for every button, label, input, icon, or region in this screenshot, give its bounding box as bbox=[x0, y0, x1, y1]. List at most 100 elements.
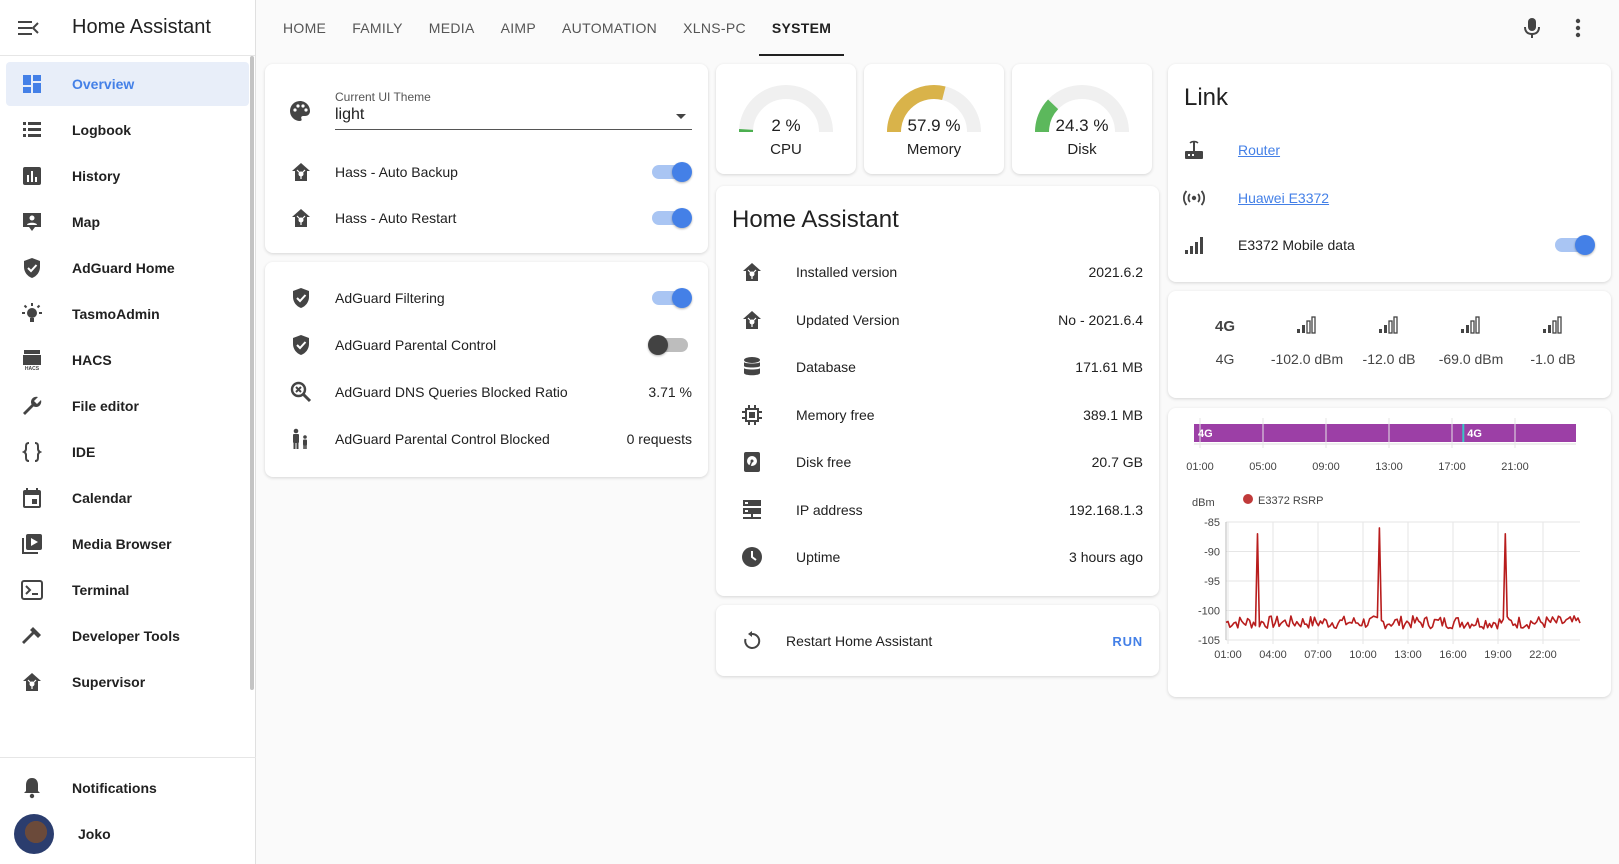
microphone-icon bbox=[1524, 18, 1540, 38]
logbook-icon bbox=[18, 118, 46, 142]
tab-xlns-pc[interactable]: XLNS-PC bbox=[670, 0, 759, 56]
home-assistant-icon bbox=[289, 160, 313, 184]
overview-icon bbox=[18, 72, 46, 96]
run-button[interactable]: RUN bbox=[1112, 634, 1143, 649]
sidebar-item-media-browser[interactable]: Media Browser bbox=[6, 522, 249, 566]
entity-toggle[interactable] bbox=[648, 335, 688, 355]
signal-bars-icon bbox=[1432, 313, 1510, 337]
sidebar-bottom: Notifications Joko bbox=[0, 757, 256, 864]
calendar-icon bbox=[18, 486, 46, 510]
sidebar-scrollbar[interactable] bbox=[250, 56, 254, 690]
sidebar-item-label: HACS bbox=[72, 352, 112, 368]
gauge-name: Memory bbox=[906, 141, 962, 158]
sidebar-item-tasmoadmin[interactable]: TasmoAdmin bbox=[6, 292, 249, 336]
sidebar-item-overview[interactable]: Overview bbox=[6, 62, 249, 106]
link-card: Link Router Huawei E3372 E3372 Mobile data bbox=[1168, 64, 1611, 282]
home-assistant-icon bbox=[289, 206, 313, 230]
signal-bars-icon bbox=[1268, 313, 1346, 337]
sidebar-item-supervisor[interactable]: Supervisor bbox=[6, 660, 249, 704]
chevron-down-icon bbox=[676, 114, 686, 119]
signal-item[interactable]: -102.0 dBm bbox=[1268, 313, 1346, 367]
sidebar-item-calendar[interactable]: Calendar bbox=[6, 476, 249, 520]
tab-aimp[interactable]: AIMP bbox=[488, 0, 549, 56]
sidebar-item-ide[interactable]: IDE bbox=[6, 430, 249, 474]
signal-bars-icon bbox=[1514, 313, 1592, 337]
signal-item[interactable]: -1.0 dB bbox=[1514, 313, 1592, 367]
sidebar-item-hacs[interactable]: HACS HACS bbox=[6, 338, 249, 382]
menu-toggle-button[interactable] bbox=[0, 0, 56, 56]
gauge-name: Disk bbox=[1067, 141, 1097, 158]
theme-card: Current UI Theme light Hass - Auto Backu… bbox=[265, 64, 708, 253]
signal-value: -1.0 dB bbox=[1530, 351, 1576, 367]
sidebar-item-logbook[interactable]: Logbook bbox=[6, 108, 249, 152]
tab-system[interactable]: SYSTEM bbox=[758, 0, 845, 56]
entity-row: Installed version 2021.6.2 bbox=[716, 248, 1159, 296]
x-tick-label: 13:00 bbox=[1394, 649, 1422, 661]
entity-name: E3372 Mobile data bbox=[1238, 237, 1355, 253]
entity-value: 0 requests bbox=[626, 431, 692, 447]
entity-name: Uptime bbox=[796, 549, 841, 565]
server-network-icon bbox=[740, 498, 764, 522]
sidebar-item-adguard-home[interactable]: AdGuard Home bbox=[6, 246, 249, 290]
signal-item[interactable]: -69.0 dBm bbox=[1432, 313, 1510, 367]
harddisk-icon bbox=[740, 450, 764, 474]
restart-card: Restart Home Assistant RUN bbox=[716, 605, 1159, 676]
signal-bars-icon bbox=[1350, 313, 1428, 337]
entity-row: Updated Version No - 2021.6.4 bbox=[716, 296, 1159, 344]
sidebar-item-developer-tools[interactable]: Developer Tools bbox=[6, 614, 249, 658]
entity-link[interactable]: Huawei E3372 bbox=[1238, 190, 1329, 206]
gauge-card-memory[interactable]: 57.9 % Memory bbox=[864, 64, 1004, 174]
entity-toggle[interactable] bbox=[652, 162, 692, 182]
theme-select-value: light bbox=[335, 106, 365, 123]
tab-automation[interactable]: AUTOMATION bbox=[549, 0, 670, 56]
signal-item[interactable]: 4G 4G bbox=[1186, 313, 1264, 367]
sidebar-item-history[interactable]: History bbox=[6, 154, 249, 198]
y-tick-label: -100 bbox=[1198, 606, 1220, 618]
theme-select[interactable]: light bbox=[335, 106, 692, 130]
history-charts: 4G 4G01:00 05:00 09:00 13:00 17:00 21:00dBm E33… bbox=[1186, 418, 1581, 661]
sidebar-item-notifications[interactable]: Notifications bbox=[6, 766, 250, 810]
shield-check-icon bbox=[289, 333, 313, 357]
entity-toggle[interactable] bbox=[1555, 235, 1595, 255]
gauge-card-cpu[interactable]: 2 % CPU bbox=[716, 64, 856, 174]
app-title: Home Assistant bbox=[72, 16, 211, 38]
more-options-button[interactable] bbox=[1566, 16, 1590, 40]
sidebar-item-label: Notifications bbox=[72, 780, 157, 796]
entity-name: AdGuard DNS Queries Blocked Ratio bbox=[335, 384, 568, 400]
entity-link[interactable]: Router bbox=[1238, 142, 1280, 158]
sidebar-item-map[interactable]: Map bbox=[6, 200, 249, 244]
entity-toggle[interactable] bbox=[652, 208, 692, 228]
timeline-tick-label: 21:00 bbox=[1501, 461, 1529, 473]
tab-family[interactable]: FAMILY bbox=[339, 0, 416, 56]
terminal-icon bbox=[18, 578, 46, 602]
sidebar-item-terminal[interactable]: Terminal bbox=[6, 568, 249, 612]
top-bar: HOME FAMILY MEDIA AIMP AUTOMATION XLNS-PC SYST… bbox=[256, 0, 1619, 56]
x-tick-label: 22:00 bbox=[1529, 649, 1557, 661]
signal-card: 4G 4G -102.0 dBm -12.0 dB -69.0 dBm -1.0… bbox=[1168, 291, 1611, 398]
gauge-value: 2 % bbox=[771, 116, 801, 135]
y-axis-label: dBm bbox=[1192, 497, 1215, 509]
tab-home[interactable]: HOME bbox=[270, 0, 339, 56]
series-line-rsrp[interactable] bbox=[1225, 527, 1581, 630]
svg-text:4G: 4G bbox=[1215, 318, 1235, 335]
entity-row: Uptime 3 hours ago bbox=[716, 533, 1159, 581]
entity-toggle[interactable] bbox=[652, 288, 692, 308]
sidebar-item-label: Logbook bbox=[72, 122, 132, 138]
sidebar-item-file-editor[interactable]: File editor bbox=[6, 384, 249, 428]
entity-value: 3.71 % bbox=[648, 384, 692, 400]
lightbulb-icon bbox=[18, 302, 46, 326]
card-title: Link bbox=[1184, 84, 1229, 111]
timeline-bar-label: 4G bbox=[1467, 428, 1482, 440]
signal-value: -102.0 dBm bbox=[1270, 351, 1344, 367]
entity-value: 3 hours ago bbox=[1069, 549, 1143, 565]
timeline-tick-label: 13:00 bbox=[1375, 461, 1403, 473]
signal-item[interactable]: -12.0 dB bbox=[1350, 313, 1428, 367]
voice-button[interactable] bbox=[1520, 16, 1544, 40]
entity-row: Disk free 20.7 GB bbox=[716, 438, 1159, 486]
legend-label[interactable]: E3372 RSRP bbox=[1258, 495, 1323, 507]
entity-name: Hass - Auto Backup bbox=[335, 164, 458, 180]
timeline-bar[interactable] bbox=[1194, 424, 1464, 442]
tab-media[interactable]: MEDIA bbox=[416, 0, 488, 56]
sidebar-item-user[interactable]: Joko bbox=[6, 812, 250, 856]
gauge-card-disk[interactable]: 24.3 % Disk bbox=[1012, 64, 1152, 174]
